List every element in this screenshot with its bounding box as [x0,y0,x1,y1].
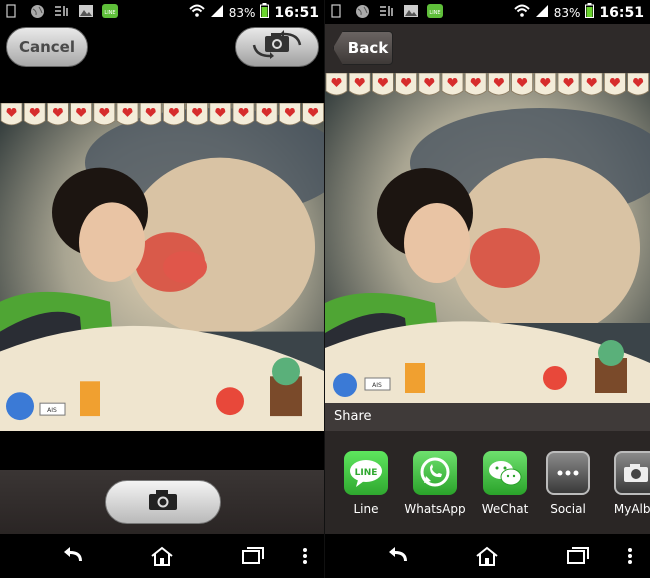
line-app-icon: LINE [427,4,443,18]
camera-icon [148,489,178,515]
social-more-icon [546,451,590,495]
notification-icon [6,4,21,18]
switch-camera-button[interactable] [235,27,319,67]
wifi-icon [514,4,530,21]
gallery-icon [403,4,418,18]
home-nav-icon[interactable] [150,546,174,566]
svg-text:LINE: LINE [355,468,378,478]
share-social[interactable]: Social [533,451,603,516]
battery-icon [585,3,595,22]
line-app-icon: LINE [102,4,118,18]
status-bar: LINE 83% 16:51 [0,0,325,24]
camera-bottom-bar [0,470,325,534]
share-wechat[interactable]: WeChat [470,451,540,516]
recent-apps-icon[interactable] [566,546,590,566]
album-camera-icon [614,451,650,495]
menu-icon[interactable] [301,546,325,566]
signal-icon [210,4,224,21]
share-whatsapp-label: WhatsApp [404,502,466,516]
back-nav-icon[interactable] [387,546,411,566]
data-transfer-icon [379,4,394,18]
share-line[interactable]: LINE Line [331,451,401,516]
clock: 16:51 [599,4,644,21]
data-transfer-icon [54,4,69,18]
svg-text:AIS: AIS [372,382,382,389]
svg-text:LINE: LINE [429,10,440,16]
svg-text:LINE: LINE [104,10,115,16]
share-social-label: Social [550,502,586,516]
back-nav-icon[interactable] [62,546,86,566]
globe-icon [355,4,370,18]
camera-top-bar: Cancel [0,24,325,70]
navigation-bar [0,534,325,578]
navigation-bar [325,534,650,578]
globe-icon [30,4,45,18]
camera-preview: AIS [0,103,325,431]
line-icon: LINE [344,451,388,495]
recent-apps-icon[interactable] [241,546,265,566]
share-myalbum[interactable]: MyAlbu [601,451,650,516]
share-myalbum-label: MyAlbu [613,502,650,516]
menu-icon[interactable] [626,546,650,566]
whatsapp-icon [413,451,457,495]
share-targets: LINE Line WhatsApp WeChat Social MyAlb [325,431,650,534]
back-button[interactable]: Back [333,31,393,65]
svg-text:AIS: AIS [47,407,57,414]
wifi-icon [189,4,205,21]
share-top-bar: Back [325,24,650,74]
shutter-button[interactable] [105,480,221,524]
wechat-icon [483,451,527,495]
share-line-label: Line [353,502,379,516]
battery-percent: 83% [553,5,581,20]
signal-icon [535,4,549,21]
notification-icon [331,4,346,18]
share-whatsapp[interactable]: WhatsApp [400,451,470,516]
share-wechat-label: WeChat [481,502,529,516]
share-header: Share [325,403,650,431]
result-photo: AIS [325,73,650,403]
gallery-icon [78,4,93,18]
switch-camera-icon [250,30,304,64]
status-bar: LINE 83% 16:51 [325,0,650,24]
cancel-button[interactable]: Cancel [6,27,88,67]
clock: 16:51 [274,4,319,21]
home-nav-icon[interactable] [475,546,499,566]
battery-icon [260,3,270,22]
share-screen: LINE 83% 16:51 Back AIS Share LINE Line … [325,0,650,578]
camera-screen: LINE 83% 16:51 Cancel AIS [0,0,325,578]
battery-percent: 83% [228,5,256,20]
